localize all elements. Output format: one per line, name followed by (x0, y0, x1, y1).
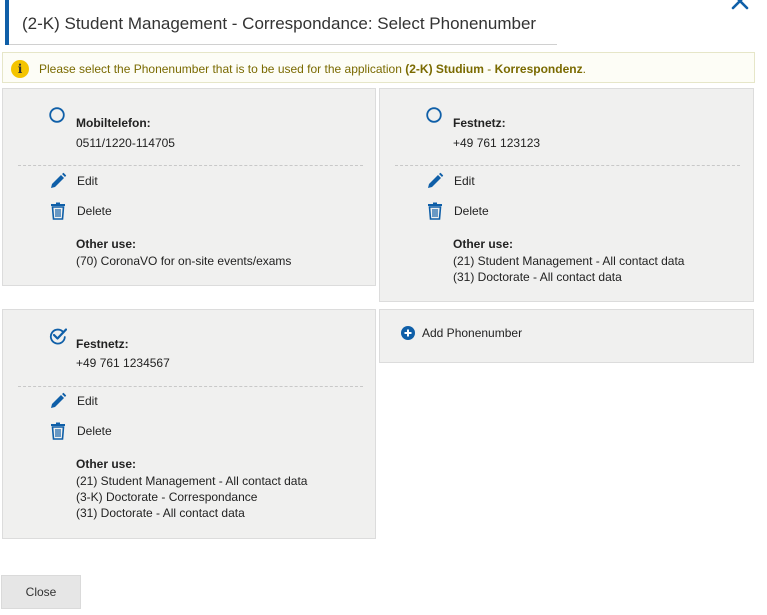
delete-label: Delete (454, 204, 489, 218)
pencil-icon (51, 172, 67, 188)
phone-type-label: Festnetz: (453, 116, 506, 130)
phone-type-label: Mobiltelefon: (76, 116, 151, 130)
edit-button[interactable]: Edit (49, 172, 98, 190)
trash-icon (428, 202, 442, 220)
edit-label: Edit (77, 174, 98, 188)
edit-button[interactable]: Edit (426, 172, 475, 190)
info-icon: i (11, 60, 29, 78)
other-use-item: (21) Student Management - All contact da… (453, 254, 685, 268)
radio-unselected-icon[interactable] (426, 107, 442, 123)
add-phonenumber-card: Add Phonenumber (379, 309, 754, 363)
edit-label: Edit (454, 174, 475, 188)
phone-number: +49 761 123123 (453, 136, 541, 150)
other-use-item: (31) Doctorate - All contact data (76, 506, 245, 520)
other-use-item: (3-K) Doctorate - Correspondance (76, 490, 258, 504)
phone-number: 0511/1220-114705 (76, 136, 175, 150)
add-phonenumber-button[interactable]: Add Phonenumber (401, 326, 522, 340)
trash-icon (51, 422, 65, 440)
other-use-title: Other use: (76, 237, 137, 251)
other-use-item: (70) CoronaVO for on-site events/exams (76, 254, 292, 268)
info-banner: i Please select the Phonenumber that is … (2, 52, 755, 83)
info-message: Please select the Phonenumber that is to… (39, 62, 586, 76)
card-divider (18, 165, 363, 166)
phone-card-mobile: Mobiltelefon: 0511/1220-114705 Edit Dele… (2, 88, 376, 286)
radio-selected-check-icon[interactable] (49, 327, 67, 345)
close-button[interactable]: Close (1, 575, 81, 609)
phone-card-landline-1: Festnetz: +49 761 123123 Edit Delete Oth… (379, 88, 754, 302)
delete-button[interactable]: Delete (49, 202, 112, 220)
other-use-list: (21) Student Management - All contact da… (76, 473, 307, 521)
other-use-list: (70) CoronaVO for on-site events/exams (76, 253, 291, 269)
delete-button[interactable]: Delete (49, 422, 112, 440)
close-icon[interactable] (729, 0, 751, 12)
other-use-title: Other use: (453, 237, 514, 251)
other-use-item: (21) Student Management - All contact da… (76, 474, 308, 488)
pencil-icon (428, 172, 444, 188)
trash-icon (51, 202, 65, 220)
header-accent-bar (5, 0, 9, 45)
delete-button[interactable]: Delete (426, 202, 489, 220)
other-use-list: (21) Student Management - All contact da… (453, 253, 684, 285)
other-use-title: Other use: (76, 457, 137, 471)
header-divider (9, 44, 557, 45)
card-divider (395, 165, 740, 166)
dialog-title: (2-K) Student Management - Correspondanc… (22, 14, 537, 33)
add-phonenumber-label: Add Phonenumber (422, 326, 523, 340)
phone-card-landline-2: Festnetz: +49 761 1234567 Edit Delete Ot… (2, 309, 376, 539)
pencil-icon (51, 392, 67, 408)
radio-unselected-icon[interactable] (49, 107, 65, 123)
plus-circle-icon (401, 326, 415, 340)
edit-label: Edit (77, 394, 98, 408)
phone-type-label: Festnetz: (76, 337, 129, 351)
delete-label: Delete (77, 204, 112, 218)
other-use-item: (31) Doctorate - All contact data (453, 270, 622, 284)
edit-button[interactable]: Edit (49, 392, 98, 410)
delete-label: Delete (77, 424, 112, 438)
card-divider (18, 386, 363, 387)
phone-number: +49 761 1234567 (76, 356, 170, 370)
